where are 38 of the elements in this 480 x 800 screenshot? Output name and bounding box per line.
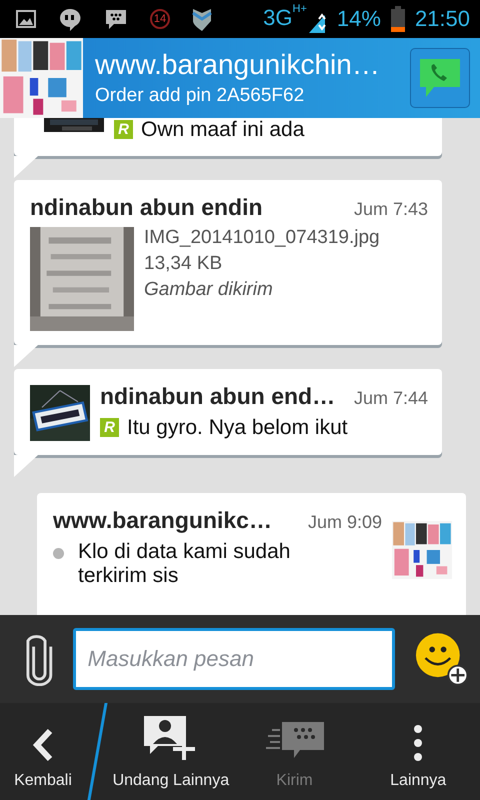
back-button[interactable]: Kembali xyxy=(0,703,86,800)
message-time: Jum 9:09 xyxy=(308,512,382,533)
chat-title: www.barangunikchin… xyxy=(95,49,381,81)
message-text: Itu gyro. Nya belom ikut xyxy=(127,416,348,440)
message-text: Own maaf ini ada xyxy=(141,118,304,142)
message-time: Jum 7:44 xyxy=(354,388,428,409)
battery-icon xyxy=(390,6,405,32)
file-name: IMG_20141010_074319.jpg xyxy=(144,227,380,249)
sender-name: www.barangunikc… xyxy=(53,507,272,534)
file-size: 13,34 KB xyxy=(144,253,224,275)
nav-button[interactable]: Lainnya xyxy=(356,703,480,800)
attachment-status: Gambar dikirim xyxy=(144,279,274,301)
notification-count: 14 xyxy=(150,9,170,29)
read-mark: R xyxy=(114,120,133,139)
back-chevron-icon xyxy=(32,728,54,762)
nav-button[interactable]: Undang Lainnya xyxy=(109,703,233,800)
paperclip-icon[interactable] xyxy=(26,632,53,686)
chat-bubble-icon xyxy=(104,8,128,30)
read-mark: R xyxy=(100,418,119,437)
shield-icon xyxy=(192,7,212,31)
sender-name: ndinabun abun endin xyxy=(30,194,263,221)
smiley-add-icon[interactable] xyxy=(414,631,468,687)
chat-subtitle: Order add pin 2A565F62 xyxy=(95,85,306,107)
image-icon xyxy=(16,10,36,28)
clock-time: 21:50 xyxy=(414,6,470,32)
network-subtype: H+ xyxy=(292,3,307,15)
call-button[interactable] xyxy=(410,48,470,108)
add-contact-icon xyxy=(144,716,198,762)
message-input[interactable]: Masukkan pesan xyxy=(72,628,395,690)
chat-quote-icon xyxy=(58,7,82,31)
more-options-icon xyxy=(413,724,424,762)
battery-percent: 14% xyxy=(336,6,381,32)
network-type: 3G xyxy=(263,5,293,31)
phone-chat-icon xyxy=(418,57,462,99)
message-time: Jum 7:43 xyxy=(354,199,428,220)
sender-name: ndinabun abun end… xyxy=(100,383,336,410)
signal-icon xyxy=(306,11,327,33)
message-text: Klo di data kami sudah terkirim sis xyxy=(78,540,292,588)
